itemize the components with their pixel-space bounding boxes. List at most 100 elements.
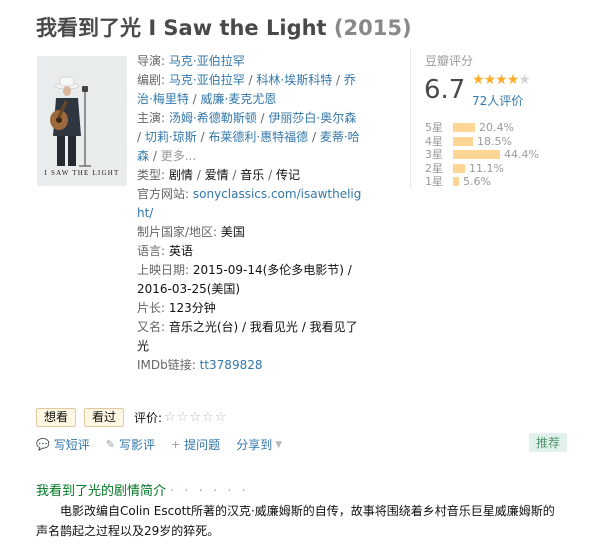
ask-question[interactable]: + 提问题 (171, 436, 220, 453)
site-label: 官方网站: (137, 187, 190, 201)
rating-level-label: 5星 (425, 121, 443, 134)
share-menu[interactable]: 分享到 ▼ (236, 436, 282, 453)
empty-star-icon: ★ (518, 72, 531, 88)
rating-percent: 18.5% (477, 134, 512, 148)
half-star-icon: ★ (506, 72, 520, 88)
cast-link[interactable]: 伊丽莎白·奥尔森 (268, 111, 356, 125)
page-title: 我看到了光 I Saw the Light (2015) (36, 12, 412, 42)
runtime-value: 123分钟 (168, 301, 216, 315)
synopsis-title: 我看到了光的剧情简介 · · · · · · (36, 480, 249, 499)
rating-percent: 20.4% (479, 121, 514, 134)
poster-figure-illustration (37, 56, 127, 186)
cast-link[interactable]: 汤姆·希德勒斯顿 (169, 111, 257, 125)
genre-value: 传记 (275, 168, 300, 182)
star-icon: ★ (472, 72, 485, 88)
director-row: 导演: 马克·亚伯拉罕 (137, 52, 362, 71)
star-icon: ★ (483, 72, 497, 88)
synopsis-text: 电影改编自Colin Escott所著的汉克·威廉姆斯的自传，故事将围绕着乡村音… (36, 504, 555, 538)
title-year: (2015) (333, 16, 412, 40)
action-bar: 想看 看过 评价: ☆☆☆☆☆ (36, 408, 227, 427)
rating-distribution-row: 4星 18.5% (425, 135, 539, 149)
release-row: 上映日期: 2015-09-14(多伦多电影节) / 2016-03-25(美国… (137, 261, 362, 299)
ask-question-label: 提问题 (184, 438, 221, 452)
writer-label: 编剧: (137, 73, 166, 87)
movie-poster[interactable]: I SAW THE LIGHT (37, 56, 127, 186)
rating-bar (453, 123, 475, 133)
secondary-actions: 💬 写短评 ✎ 写影评 + 提问题 分享到 ▼ (36, 436, 298, 453)
rating-panel: 豆瓣评分 6.7 ★★★★★ 72人评价 5星 20.4% 4星 18.5% 3星 44.… (410, 48, 561, 188)
votes-link[interactable]: 72人评价 (472, 92, 523, 109)
movie-info: 导演: 马克·亚伯拉罕 编剧: 马克·亚伯拉罕 / 科林·埃斯科特 / 乔治·梅… (137, 52, 362, 375)
rating-stars: ★★★★★ (472, 72, 531, 88)
write-short-review-label: 写短评 (53, 438, 90, 452)
rating-score: 6.7 (424, 75, 466, 105)
writer-link[interactable]: 马克·亚伯拉罕 (169, 73, 245, 87)
rating-distribution: 5星 20.4% 4星 18.5% 3星 44.4% 2星 11.1% 1星 5.6% (425, 121, 539, 189)
pencil-icon: ✎ (105, 438, 115, 451)
imdb-row: IMDb链接: tt3789828 (137, 356, 362, 375)
rating-bar (453, 177, 459, 187)
rating-title: 豆瓣评分 (425, 54, 474, 68)
write-review[interactable]: ✎ 写影评 (106, 436, 155, 453)
aka-row: 又名: 音乐之光(台) / 我看见光 / 我看见了光 (137, 318, 362, 356)
rating-percent: 11.1% (469, 161, 504, 175)
cast-link[interactable]: 布莱德利·惠特福德 (208, 130, 308, 144)
runtime-row: 片长: 123分钟 (137, 299, 362, 318)
want-to-watch-button[interactable]: 想看 (36, 408, 77, 427)
director-link[interactable]: 马克·亚伯拉罕 (169, 54, 245, 68)
comment-icon: 💬 (36, 438, 50, 451)
rating-distribution-row: 5星 20.4% (425, 121, 539, 135)
plus-icon: + (170, 438, 181, 451)
aka-value: 音乐之光(台) / 我看见光 / 我看见了光 (137, 320, 358, 353)
genre-value: 爱情 (204, 168, 229, 182)
poster-caption: I SAW THE LIGHT (44, 169, 120, 177)
site-row: 官方网站: sonyclassics.com/isawthelight/ (137, 185, 362, 223)
title-en: I Saw the Light (148, 16, 327, 40)
rating-level-label: 2星 (425, 161, 443, 175)
rating-level-label: 1星 (425, 175, 443, 188)
watched-button[interactable]: 看过 (84, 408, 125, 427)
writer-row: 编剧: 马克·亚伯拉罕 / 科林·埃斯科特 / 乔治·梅里特 / 威廉·麦克尤恩 (137, 73, 356, 106)
cast-label: 主演: (137, 111, 166, 125)
aka-label: 又名: (137, 320, 166, 334)
genre-label: 类型: (137, 168, 166, 182)
rate-label: 评价: (134, 411, 163, 425)
write-review-label: 写影评 (118, 438, 155, 452)
country-row: 制片国家/地区: 美国 (137, 223, 362, 242)
chevron-down-icon: ▼ (275, 439, 283, 450)
share-label: 分享到 (236, 438, 273, 452)
director-label: 导演: (137, 54, 166, 68)
rating-bar (453, 163, 465, 173)
rate-stars-input[interactable]: ☆☆☆☆☆ (164, 410, 227, 425)
country-label: 制片国家/地区: (137, 225, 218, 239)
rating-level-label: 3星 (425, 148, 443, 161)
release-label: 上映日期: (137, 263, 190, 277)
star-icon: ★ (495, 72, 508, 88)
country-value: 美国 (220, 225, 245, 239)
imdb-link[interactable]: tt3789828 (200, 358, 263, 372)
genre-value: 音乐 (240, 168, 265, 182)
language-label: 语言: (137, 244, 166, 258)
cast-row: 主演: 汤姆·希德勒斯顿 / 伊丽莎白·奥尔森 / 切莉·琼斯 / 布莱德利·惠… (137, 111, 360, 163)
imdb-label: IMDb链接: (137, 358, 196, 372)
writer-link[interactable]: 威廉·麦克尤恩 (201, 92, 277, 106)
cast-link[interactable]: 切莉·琼斯 (145, 130, 197, 144)
language-value: 英语 (168, 244, 193, 258)
writer-link[interactable]: 科林·埃斯科特 (256, 73, 332, 87)
genre-value: 剧情 (168, 168, 193, 182)
runtime-label: 片长: (137, 301, 166, 315)
write-short-review[interactable]: 💬 写短评 (36, 436, 90, 453)
rating-level-label: 4星 (425, 134, 443, 148)
rating-percent: 5.6% (463, 175, 491, 188)
recommend-button[interactable]: 推荐 (529, 433, 568, 452)
rating-distribution-row: 3星 44.4% (425, 148, 539, 162)
language-row: 语言: 英语 (137, 242, 362, 261)
cast-more-link[interactable]: 更多... (161, 149, 196, 163)
genre-row: 类型: 剧情 / 爱情 / 音乐 / 传记 (137, 168, 300, 182)
rating-percent: 44.4% (504, 148, 539, 161)
title-cn: 我看到了光 (36, 16, 141, 40)
synopsis-heading: 我看到了光的剧情简介 (36, 484, 167, 499)
rating-bar (453, 150, 500, 160)
synopsis-dots: · · · · · · (170, 484, 249, 499)
rating-bar (453, 136, 473, 146)
